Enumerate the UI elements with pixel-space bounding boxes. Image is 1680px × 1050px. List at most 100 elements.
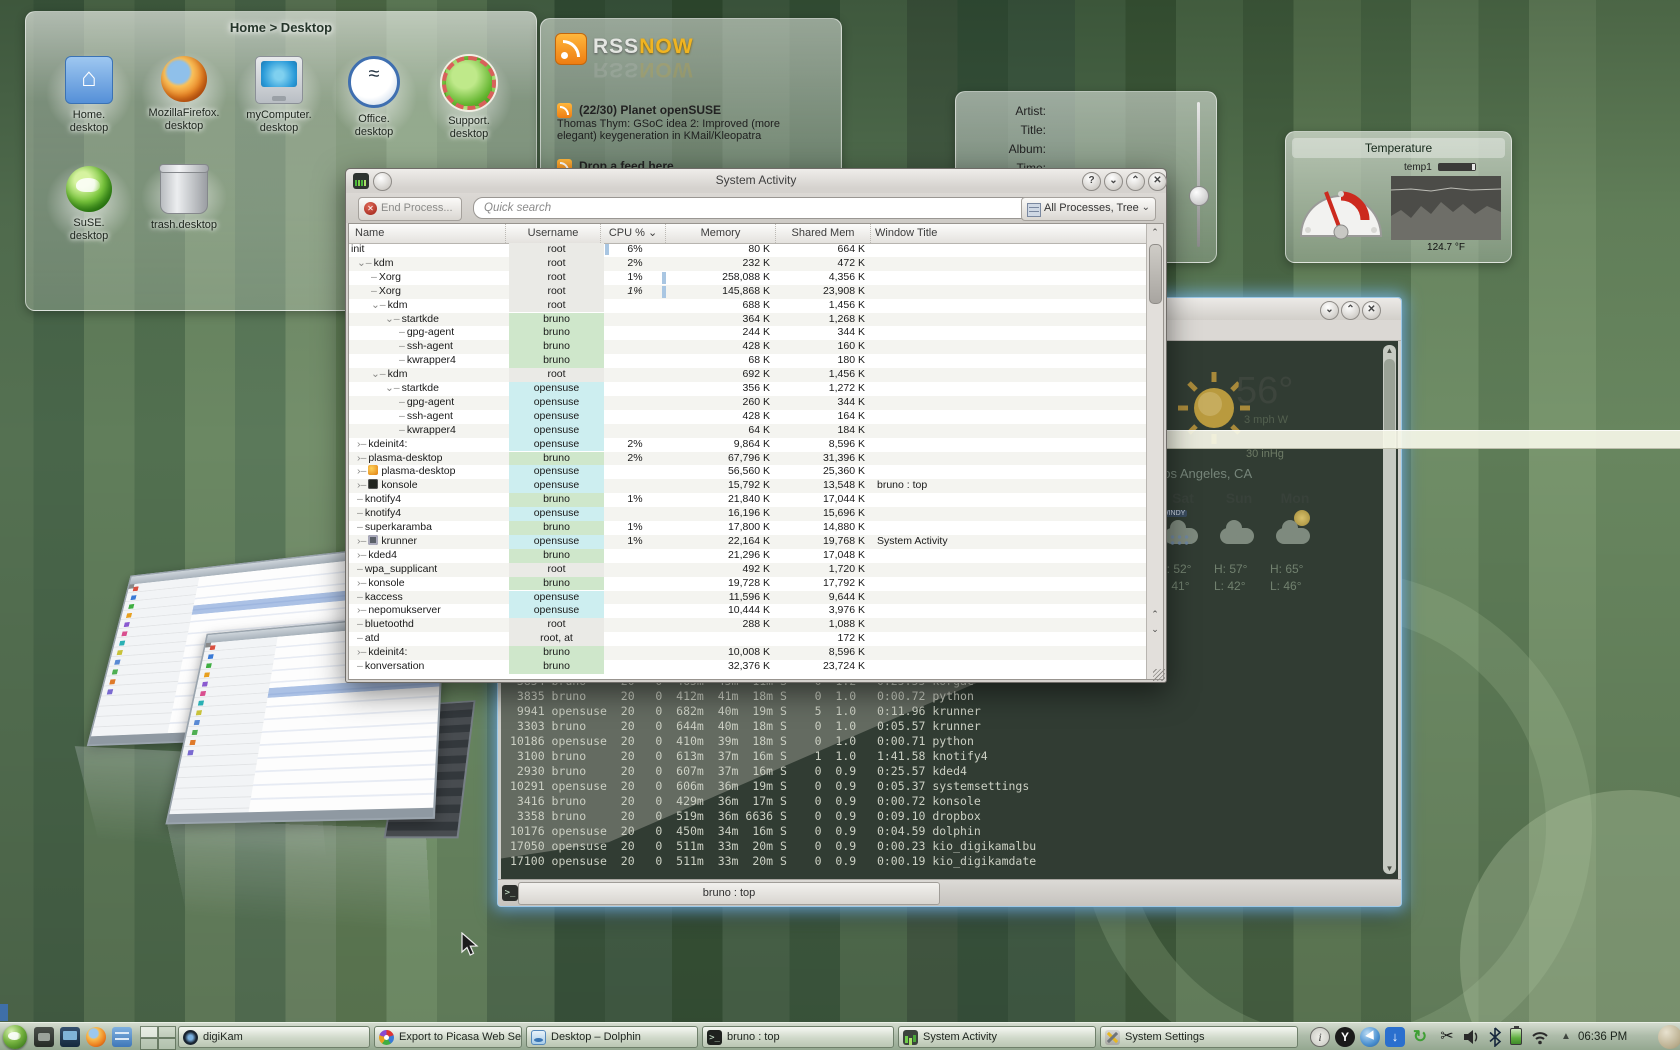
scroll-down-icon[interactable]: ▼ [1383, 864, 1396, 873]
process-row[interactable]: –atdroot, at172 K [349, 632, 1147, 646]
close-button[interactable]: ✕ [1148, 172, 1167, 191]
process-row[interactable]: –Xorgroot1%258,088 K4,356 K [349, 271, 1147, 285]
process-row[interactable]: ⌄–startkdebruno364 K1,268 K [349, 313, 1147, 327]
yast-tray-icon[interactable]: Y [1335, 1027, 1355, 1047]
new-tab-icon[interactable]: >_ [502, 885, 518, 901]
taskbar-item-system-activity[interactable]: System Activity [898, 1026, 1096, 1048]
process-row[interactable]: ›–plasma-desktopopensuse56,560 K25,360 K [349, 465, 1147, 479]
process-row[interactable]: ›–krunneropensuse1%22,164 K19,768 KSyste… [349, 535, 1147, 549]
volume-slider-track[interactable] [1197, 102, 1200, 247]
process-row[interactable]: ⌄–kdmroot2%232 K472 K [349, 257, 1147, 271]
process-row[interactable]: –gpg-agentopensuse260 K344 K [349, 396, 1147, 410]
bluetooth-icon[interactable] [1485, 1027, 1505, 1047]
close-button[interactable]: ✕ [1362, 301, 1381, 320]
process-row[interactable]: –wpa_supplicantroot492 K1,720 K [349, 563, 1147, 577]
process-window-title [873, 618, 1147, 632]
process-row[interactable]: ›–kdeinit4:opensuse2%9,864 K8,596 K [349, 438, 1147, 452]
process-row[interactable]: ›–kded4bruno21,296 K17,048 K [349, 549, 1147, 563]
battery-icon[interactable] [1510, 1028, 1522, 1045]
titlebar[interactable]: System Activity ? ⌄ ⌃ ✕ [346, 169, 1166, 193]
taskbar-item-desktop-dolphin[interactable]: Desktop – Dolphin [526, 1026, 698, 1048]
help-button[interactable]: ? [1082, 172, 1101, 191]
table-scrollbar[interactable]: ⌃ ⌃ ⌄ [1146, 224, 1163, 679]
process-row[interactable]: –kaccessopensuse11,596 K9,644 K [349, 591, 1147, 605]
process-row[interactable]: –bluetoothdroot288 K1,088 K [349, 618, 1147, 632]
column-header-name[interactable]: Name [349, 224, 506, 243]
taskbar-item-system-settings[interactable]: System Settings [1100, 1026, 1298, 1048]
process-row[interactable]: initroot6%80 K664 K [349, 243, 1147, 257]
terminal-scrollbar[interactable]: ▲ ▼ [1383, 345, 1396, 874]
desktop-icon-trashdesktop[interactable]: trash.desktop [141, 162, 227, 232]
end-process-button[interactable]: End Process... [358, 197, 462, 221]
file-manager-icon[interactable] [112, 1027, 132, 1047]
software-update-icon[interactable]: ↻ [1410, 1027, 1430, 1047]
desktop-icon-mycomputer[interactable]: myComputer.desktop [236, 52, 322, 135]
desktop-icon-mozillafirefox[interactable]: MozillaFirefox.desktop [141, 52, 227, 133]
process-row[interactable]: –superkarambabruno1%17,800 K14,880 K [349, 521, 1147, 535]
process-row[interactable]: –ssh-agentopensuse428 K164 K [349, 410, 1147, 424]
column-header-memory[interactable]: Memory [666, 224, 776, 243]
volume-slider-handle[interactable] [1189, 186, 1209, 206]
info-tray-icon[interactable]: i [1310, 1027, 1330, 1047]
process-row[interactable]: –knotify4opensuse16,196 K15,696 K [349, 507, 1147, 521]
scroll-down-icon[interactable]: ⌄ [1147, 624, 1163, 635]
maximize-button[interactable]: ⌃ [1341, 301, 1360, 320]
plasma-icon [368, 465, 378, 475]
process-row[interactable]: –kwrapper4bruno68 K180 K [349, 354, 1147, 368]
column-header-shared-mem[interactable]: Shared Mem [776, 224, 871, 243]
process-row[interactable]: ›–konsoleopensuse15,792 K13,548 Kbruno :… [349, 479, 1147, 493]
device-notifier-icon[interactable] [34, 1027, 54, 1047]
taskbar-item-digikam[interactable]: digiKam [178, 1026, 370, 1048]
process-row[interactable]: ⌄–kdmroot688 K1,456 K [349, 299, 1147, 313]
scrollbar-thumb[interactable] [1149, 244, 1162, 304]
process-row[interactable]: –knotify4bruno1%21,840 K17,044 K [349, 493, 1147, 507]
process-row[interactable]: ›–nepomukserveropensuse10,444 K3,976 K [349, 604, 1147, 618]
desktop-icon-office[interactable]: Office.desktop [331, 52, 417, 139]
search-input[interactable] [473, 197, 1035, 219]
expand-tray-icon[interactable]: ▲ [1556, 1027, 1576, 1047]
rss-item-title[interactable]: (22/30) Planet openSUSE [579, 103, 721, 117]
process-row[interactable]: ›–plasma-desktopbruno2%67,796 K31,396 K [349, 452, 1147, 466]
network-globe-icon[interactable] [1360, 1027, 1380, 1047]
process-row[interactable]: –Xorgroot1%145,868 K23,908 K [349, 285, 1147, 299]
klipper-scissors-icon[interactable]: ✂ [1437, 1027, 1457, 1047]
wifi-icon[interactable] [1530, 1027, 1550, 1047]
scroll-up-icon[interactable]: ⌃ [1147, 609, 1163, 620]
process-user: opensuse [509, 591, 604, 605]
taskbar-item-export-to-picasa-web-servic[interactable]: Export to Picasa Web Servic [374, 1026, 522, 1048]
scroll-up-icon[interactable]: ▲ [1383, 346, 1396, 355]
desktop-icon-suse[interactable]: SuSE.desktop [46, 162, 132, 243]
process-name: –kaccess [349, 591, 506, 605]
kickoff-launcher-icon[interactable] [3, 1025, 27, 1049]
monitor-icon[interactable] [60, 1027, 80, 1047]
process-row[interactable]: ›–konsolebruno19,728 K17,792 K [349, 577, 1147, 591]
resize-grip[interactable] [1153, 669, 1165, 681]
minimize-button[interactable]: ⌄ [1320, 301, 1339, 320]
desktop-icon-home[interactable]: Home.desktop [46, 52, 132, 135]
scroll-up-icon[interactable]: ⌃ [1147, 227, 1163, 238]
process-row[interactable]: ⌄–kdmroot692 K1,456 K [349, 368, 1147, 382]
process-filter-dropdown[interactable]: All Processes, Tree ⌄ [1021, 197, 1156, 221]
volume-icon[interactable] [1461, 1027, 1481, 1047]
desktop-pager[interactable] [140, 1026, 176, 1048]
process-row[interactable]: –kwrapper4opensuse64 K184 K [349, 424, 1147, 438]
process-name: –ssh-agent [349, 340, 506, 354]
column-header-username[interactable]: Username [506, 224, 601, 243]
column-header-window-title[interactable]: Window Title [871, 224, 1148, 243]
process-row[interactable]: –konversationbruno32,376 K23,724 K [349, 660, 1147, 674]
process-row[interactable]: –ssh-agentbruno428 K160 K [349, 340, 1147, 354]
firefox-icon[interactable] [86, 1027, 106, 1047]
process-row[interactable]: ⌄–startkdeopensuse356 K1,272 K [349, 382, 1147, 396]
column-header-cpu-[interactable]: CPU % ⌄ [601, 224, 666, 243]
clock[interactable]: 06:36 PM [1578, 1023, 1627, 1050]
pressure: 30 inHg [1246, 448, 1284, 460]
taskbar-item-bruno-top[interactable]: >_bruno : top [702, 1026, 894, 1048]
desktop-icon-support[interactable]: Support.desktop [426, 52, 512, 141]
minimize-button[interactable]: ⌄ [1104, 172, 1123, 191]
panel-cashew-icon[interactable] [1658, 1025, 1680, 1049]
maximize-button[interactable]: ⌃ [1126, 172, 1145, 191]
tab-bruno-top[interactable]: bruno : top [518, 882, 940, 905]
download-tray-icon[interactable]: ↓ [1385, 1027, 1405, 1047]
process-row[interactable]: ›–kdeinit4:bruno10,008 K8,596 K [349, 646, 1147, 660]
process-row[interactable]: –gpg-agentbruno244 K344 K [349, 326, 1147, 340]
